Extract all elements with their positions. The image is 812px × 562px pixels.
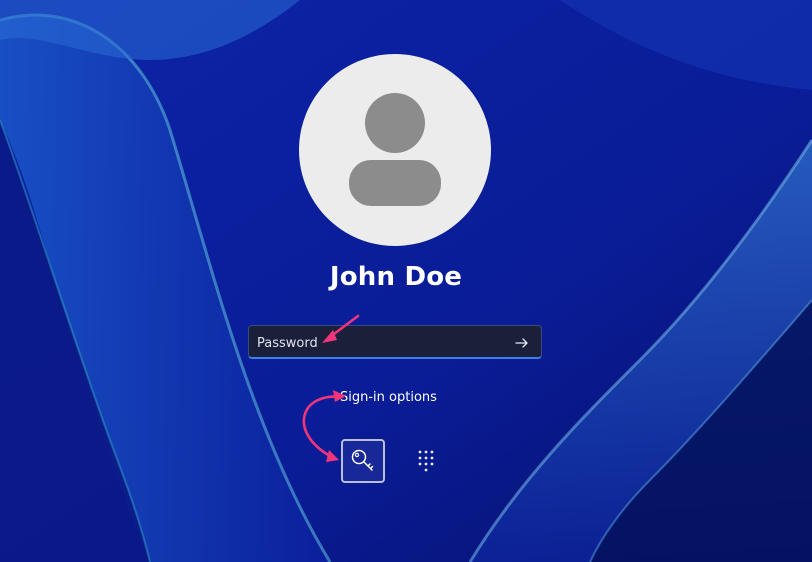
arrow-right-icon bbox=[515, 338, 528, 348]
password-field[interactable] bbox=[248, 325, 542, 359]
pin-option-button[interactable] bbox=[404, 439, 448, 483]
security-key-option-button[interactable] bbox=[341, 439, 385, 483]
key-icon bbox=[351, 449, 374, 471]
lock-screen: John Doe Sign-in options bbox=[0, 0, 812, 562]
sign-in-options-link[interactable]: Sign-in options bbox=[340, 390, 437, 405]
person-icon bbox=[349, 93, 441, 206]
submit-button[interactable] bbox=[511, 332, 533, 354]
user-avatar bbox=[299, 54, 491, 246]
user-name: John Doe bbox=[329, 262, 463, 292]
password-input[interactable] bbox=[257, 332, 497, 354]
pin-keypad-icon bbox=[418, 450, 434, 472]
